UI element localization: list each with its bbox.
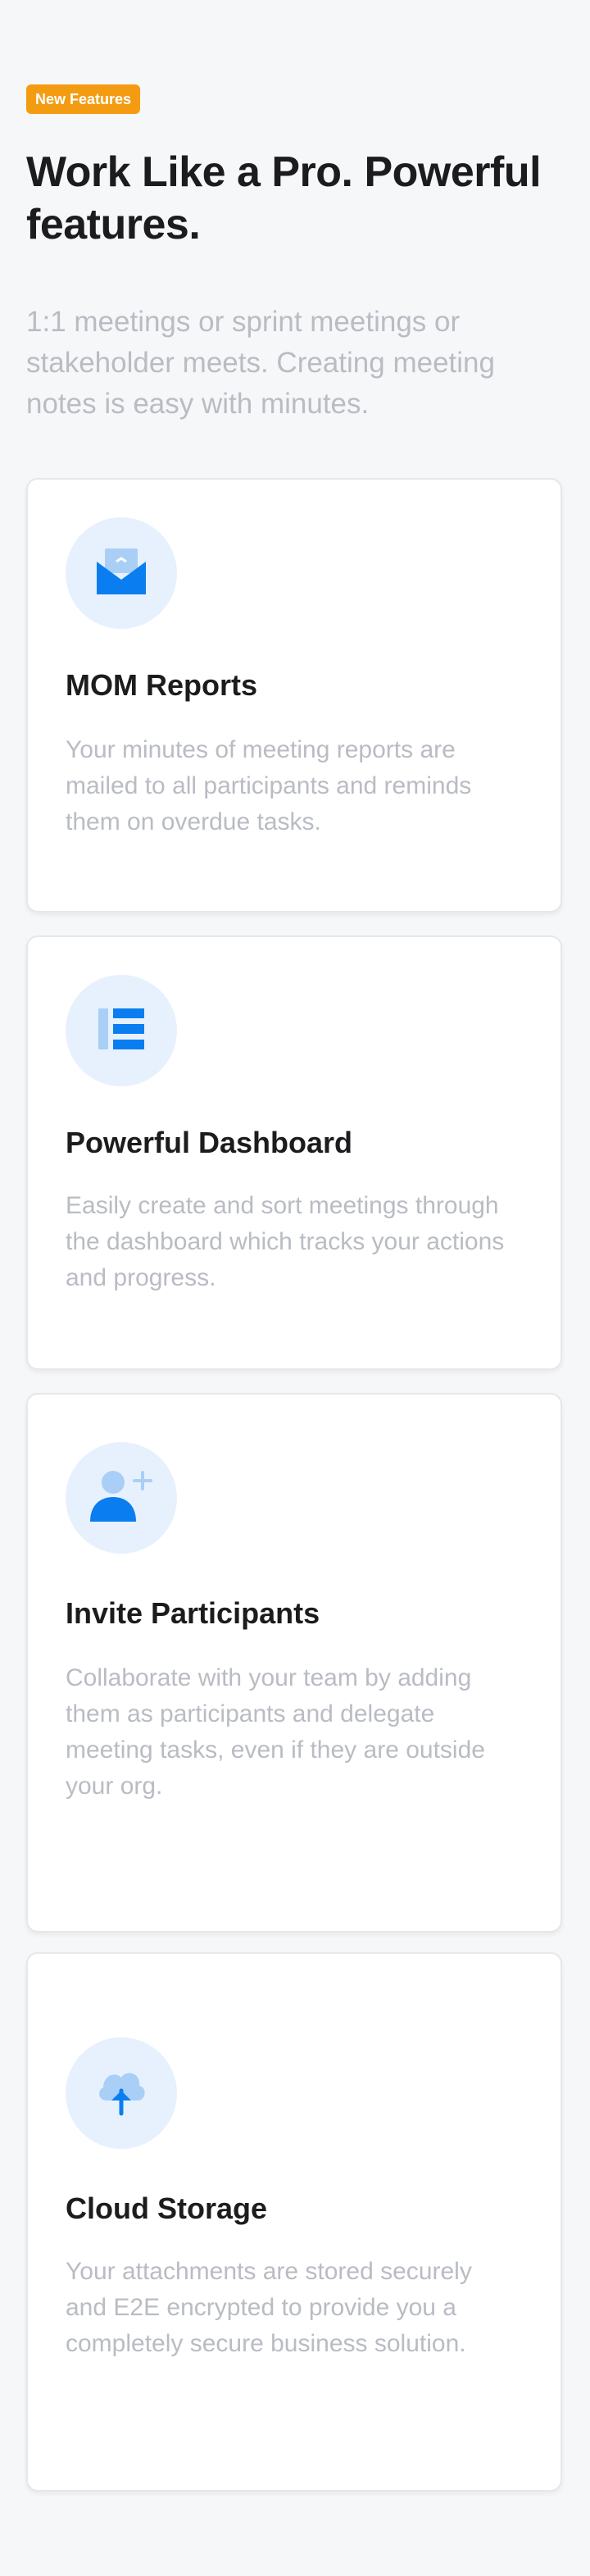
dashboard-icon — [97, 1007, 146, 1055]
feature-title: Cloud Storage — [66, 2191, 268, 2225]
features-page: New Features Work Like a Pro. Powerful f… — [0, 0, 590, 2576]
feature-card-powerful-dashboard: Powerful Dashboard Easily create and sor… — [26, 935, 562, 1370]
feature-card-invite-participants: Invite Participants Collaborate with you… — [26, 1393, 562, 1932]
mail-icon — [95, 547, 148, 600]
cloud-upload-icon — [95, 2066, 148, 2121]
add-user-icon — [88, 1469, 154, 1527]
feature-card-mom-reports: MOM Reports Your minutes of meeting repo… — [26, 478, 562, 913]
page-headline: Work Like a Pro. Powerful features. — [26, 148, 542, 248]
page-subtitle: 1:1 meetings or sprint meetings or stake… — [26, 306, 495, 420]
mail-icon-badge — [66, 517, 177, 629]
cloud-upload-icon-badge — [66, 2037, 177, 2149]
feature-title: MOM Reports — [66, 668, 257, 702]
feature-description: Your minutes of meeting reports are mail… — [66, 736, 472, 835]
feature-card-cloud-storage: Cloud Storage Your attachments are store… — [26, 1952, 562, 2492]
feature-title: Powerful Dashboard — [66, 1126, 353, 1159]
feature-description: Easily create and sort meetings through … — [66, 1192, 505, 1291]
feature-description: Collaborate with your team by adding the… — [66, 1664, 485, 1800]
add-user-icon-badge — [66, 1442, 177, 1554]
dashboard-icon-badge — [66, 975, 177, 1086]
new-features-badge: New Features — [26, 84, 141, 114]
feature-title: Invite Participants — [66, 1596, 320, 1630]
feature-description: Your attachments are stored securely and… — [66, 2258, 472, 2357]
